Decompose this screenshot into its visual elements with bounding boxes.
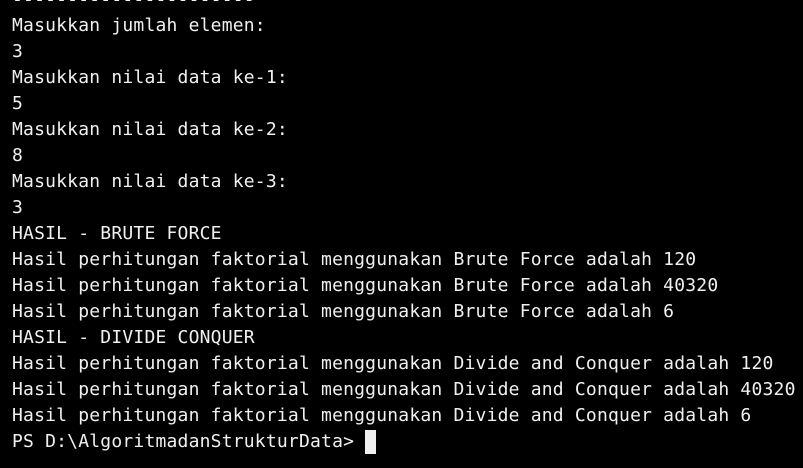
output-line: Masukkan nilai data ke-2:: [12, 119, 288, 140]
section-heading-line: HASIL - DIVIDE CONQUER: [12, 327, 255, 348]
input-echo-line: 3: [12, 197, 24, 218]
result-line: Hasil perhitungan faktorial menggunakan …: [12, 405, 752, 426]
result-line: Hasil perhitungan faktorial menggunakan …: [12, 249, 697, 270]
output-line: Masukkan jumlah elemen:: [12, 15, 266, 36]
output-line: Masukkan nilai data ke-1:: [12, 67, 288, 88]
result-line: Hasil perhitungan faktorial menggunakan …: [12, 353, 774, 374]
section-heading-line: HASIL - BRUTE FORCE: [12, 223, 222, 244]
separator-line: ----------------------: [12, 0, 803, 13]
result-line: Hasil perhitungan faktorial menggunakan …: [12, 379, 796, 400]
result-line: Hasil perhitungan faktorial menggunakan …: [12, 275, 719, 296]
text-cursor: [365, 430, 377, 454]
input-echo-line: 8: [12, 145, 24, 166]
prompt-text: PS D:\AlgoritmadanStrukturData>: [12, 431, 355, 452]
input-echo-line: 5: [12, 93, 24, 114]
command-prompt-line[interactable]: PS D:\AlgoritmadanStrukturData>: [12, 429, 803, 455]
terminal-window[interactable]: ---------------------- Masukkan jumlah e…: [0, 0, 803, 468]
input-echo-line: 3: [12, 41, 24, 62]
result-line: Hasil perhitungan faktorial menggunakan …: [12, 301, 675, 322]
output-line: Masukkan nilai data ke-3:: [12, 171, 288, 192]
